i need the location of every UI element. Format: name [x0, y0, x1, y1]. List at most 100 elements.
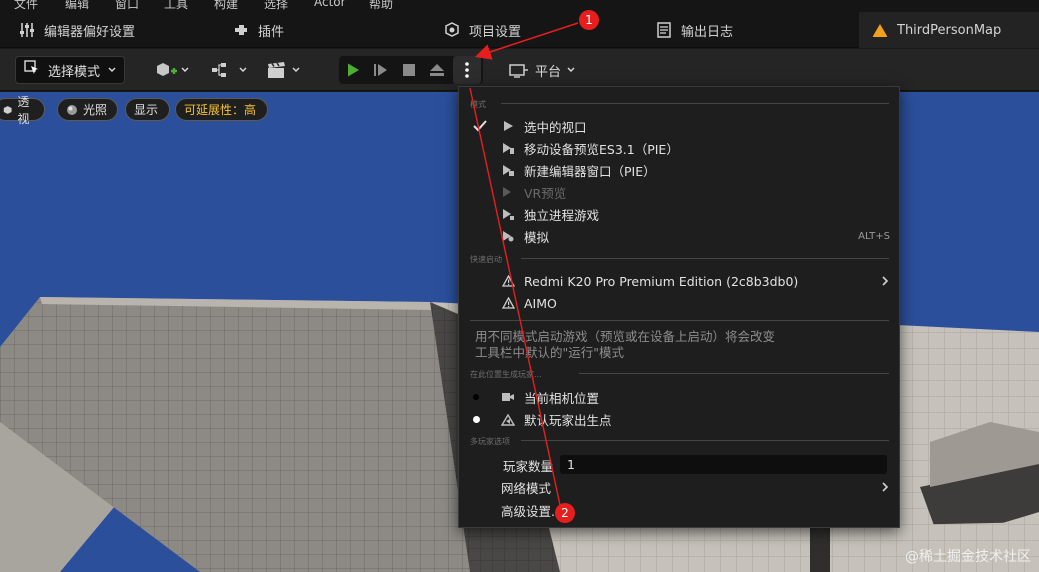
menu-item-label: 默认玩家出生点 [524, 412, 612, 428]
warning-icon [501, 274, 515, 288]
player-count-label: 玩家数量 [503, 458, 554, 474]
blueprint-graph-icon [212, 63, 226, 77]
play-mode-description: 用不同模式启动游戏（预览或在设备上启动）将会改变工具栏中默认的"运行"模式 [475, 329, 776, 360]
show-pill[interactable]: 显示 [125, 98, 170, 121]
select-mode-dropdown[interactable]: 选择模式 [15, 56, 125, 84]
separator [470, 320, 889, 321]
player-start-icon [501, 412, 515, 426]
tab-label: 编辑器偏好设置 [44, 24, 136, 40]
menu-item-new-editor-window[interactable]: 新建编辑器窗口（PIE） [459, 159, 899, 181]
clapperboard-icon [268, 62, 285, 78]
tab-output-log[interactable]: 输出日志 [655, 12, 733, 48]
mode-label: 选择模式 [48, 64, 101, 80]
radio-selected [473, 415, 480, 423]
blueprint-button[interactable] [211, 56, 247, 84]
main-toolbar: 选择模式 平台 [0, 49, 1039, 91]
menu-item-spawn-player-start[interactable]: 默认玩家出生点 [459, 408, 899, 430]
chevron-down-icon [108, 67, 116, 72]
perspective-pill[interactable]: 透视 [0, 95, 45, 126]
more-vertical-icon [465, 62, 469, 78]
menu-item-vr-preview: VR预览 [459, 181, 899, 203]
tab-label: 项目设置 [469, 24, 522, 40]
menu-select[interactable]: 选择 [264, 0, 288, 12]
section-header-quick-launch: 快速启动 [470, 255, 502, 264]
add-content-button[interactable] [155, 56, 189, 84]
play-options-menu: 模式 选中的视口 移动设备预览ES3.1（PIE） 新建编辑器窗口（PIE） V… [458, 86, 900, 528]
section-header-multiplayer: 多玩家选项 [470, 437, 510, 446]
menu-item-simulate[interactable]: 模拟 ALT+S [459, 225, 899, 247]
menu-bar: 文件 编辑 窗口 工具 构建 选择 Actor 帮助 [0, 0, 1039, 12]
menu-window[interactable]: 窗口 [115, 0, 139, 12]
menu-item-standalone-game[interactable]: 独立进程游戏 [459, 203, 899, 225]
menu-help[interactable]: 帮助 [369, 0, 393, 12]
camera-icon [501, 390, 515, 404]
menu-item-device-aimo[interactable]: AIMO [459, 292, 899, 314]
tab-third-person-map[interactable]: ThirdPersonMap [859, 12, 1039, 48]
platform-dropdown[interactable]: 平台 [509, 56, 575, 84]
warning-icon [501, 296, 515, 310]
add-cube-icon [157, 63, 177, 76]
cube-icon [3, 105, 12, 114]
chevron-down-icon [239, 67, 247, 72]
stop-icon [403, 64, 415, 76]
menu-item-label: 高级设置... [501, 503, 563, 519]
menu-actor[interactable]: Actor [314, 0, 346, 9]
step-button[interactable] [367, 56, 395, 84]
menu-tools[interactable]: 工具 [164, 0, 188, 12]
menu-item-advanced-settings[interactable]: 高级设置... [459, 499, 899, 521]
lighting-pill[interactable]: 光照 [57, 98, 118, 121]
sliders-icon [18, 21, 36, 39]
log-icon [655, 21, 673, 39]
platform-gamepad-icon [509, 64, 528, 78]
play-icon [348, 63, 359, 77]
platform-label: 平台 [535, 64, 562, 80]
cinematics-button[interactable] [266, 56, 300, 84]
menu-item-mobile-preview[interactable]: 移动设备预览ES3.1（PIE） [459, 137, 899, 159]
tab-project-settings[interactable]: 项目设置 [443, 12, 521, 48]
radio-unselected [473, 394, 479, 400]
step-forward-icon [374, 64, 387, 76]
pill-label: 透视 [17, 94, 30, 126]
menu-build[interactable]: 构建 [214, 0, 238, 12]
sphere-icon [67, 104, 77, 115]
standalone-icon [501, 207, 515, 221]
pill-label: 可延展性：高 [184, 103, 257, 117]
simulate-icon [501, 229, 515, 243]
scalability-pill[interactable]: 可延展性：高 [175, 98, 268, 121]
stop-button[interactable] [395, 56, 423, 84]
menu-item-label: 模拟 [524, 229, 550, 245]
checkmark-icon [473, 120, 487, 132]
chevron-down-icon [292, 67, 300, 72]
player-count-field[interactable]: 1 [560, 455, 887, 474]
menu-file[interactable]: 文件 [14, 0, 38, 12]
menu-item-spawn-camera[interactable]: 当前相机位置 [459, 386, 899, 408]
tab-label: 输出日志 [681, 24, 734, 40]
menu-item-device-redmi[interactable]: Redmi K20 Pro Premium Edition (2c8b3db0) [459, 270, 899, 292]
separator [521, 440, 889, 441]
menu-item-label: 独立进程游戏 [524, 207, 600, 223]
menu-item-label: Redmi K20 Pro Premium Edition (2c8b3db0) [524, 273, 799, 289]
menu-edit[interactable]: 编辑 [65, 0, 89, 12]
menu-item-label: VR预览 [524, 185, 567, 201]
eject-button[interactable] [423, 56, 451, 84]
play-controls [339, 56, 483, 84]
tab-editor-preferences[interactable]: 编辑器偏好设置 [18, 12, 135, 48]
chevron-down-icon [181, 67, 189, 72]
shortcut-label: ALT+S [858, 230, 890, 242]
play-options-button[interactable] [453, 56, 481, 84]
play-button[interactable] [339, 56, 367, 84]
menu-item-label: 移动设备预览ES3.1（PIE） [524, 141, 679, 157]
annotation-badge-1: 1 [579, 10, 599, 30]
menu-item-selected-viewport[interactable]: 选中的视口 [459, 115, 899, 137]
tab-plugins[interactable]: 插件 [232, 12, 284, 48]
chevron-right-icon [882, 276, 889, 286]
section-header-spawn: 在此位置生成玩家... [470, 370, 542, 379]
chevron-down-icon [567, 67, 575, 72]
menu-item-label: 当前相机位置 [524, 390, 600, 406]
level-icon [871, 21, 889, 39]
menu-item-net-mode[interactable]: 网络模式 [459, 476, 899, 498]
cube-gear-icon [443, 21, 461, 39]
tab-label: ThirdPersonMap [897, 22, 1002, 38]
watermark: @稀土掘金技术社区 [905, 549, 1031, 565]
mobile-preview-icon [501, 141, 515, 155]
